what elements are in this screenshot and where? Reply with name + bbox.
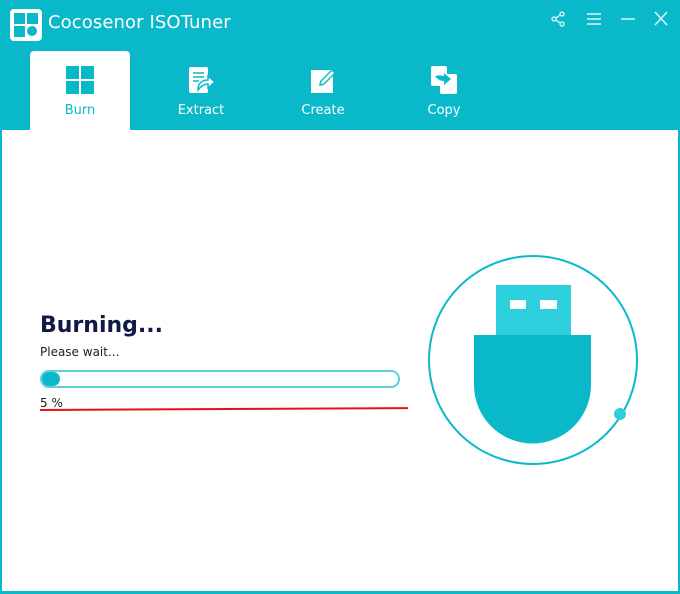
close-icon <box>654 11 668 26</box>
copy-arrow-icon <box>429 65 459 95</box>
tab-label: Create <box>301 103 345 118</box>
tab-label: Extract <box>177 103 225 118</box>
progress-fill <box>42 372 60 386</box>
progress-dot <box>614 408 626 420</box>
usb-drive-icon <box>428 255 638 465</box>
progress-percent: 5 % <box>40 396 63 410</box>
share-button[interactable] <box>547 8 569 30</box>
usb-slot <box>540 300 557 309</box>
app-title: Cocosenor ISOTuner <box>48 12 231 33</box>
extract-document-icon <box>186 65 216 95</box>
grid-icon <box>65 65 95 95</box>
title-bar: Cocosenor ISOTuner Burn Extract Create C… <box>0 0 680 130</box>
tab-label: Copy <box>427 103 461 118</box>
usb-connector <box>496 285 571 337</box>
hamburger-menu-icon <box>587 13 601 25</box>
edit-pencil-icon <box>308 65 338 95</box>
usb-slot <box>510 300 526 309</box>
share-icon <box>551 11 565 27</box>
status-subtitle: Please wait... <box>40 345 120 359</box>
usb-drive-illustration <box>422 250 642 470</box>
minimize-button[interactable] <box>617 8 639 30</box>
status-title: Burning... <box>40 313 163 338</box>
red-underline <box>39 407 409 411</box>
tab-label: Burn <box>64 103 96 118</box>
close-button[interactable] <box>650 8 672 30</box>
menu-button[interactable] <box>583 8 605 30</box>
tab-extract[interactable]: Extract <box>151 51 251 130</box>
progress-bar <box>40 370 400 388</box>
burn-panel: Burning... Please wait... 5 % <box>2 130 678 591</box>
app-logo-icon <box>10 9 42 41</box>
minimize-icon <box>621 18 635 20</box>
tab-burn[interactable]: Burn <box>30 51 130 130</box>
usb-body <box>474 335 591 444</box>
tab-create[interactable]: Create <box>273 51 373 130</box>
tab-copy[interactable]: Copy <box>394 51 494 130</box>
